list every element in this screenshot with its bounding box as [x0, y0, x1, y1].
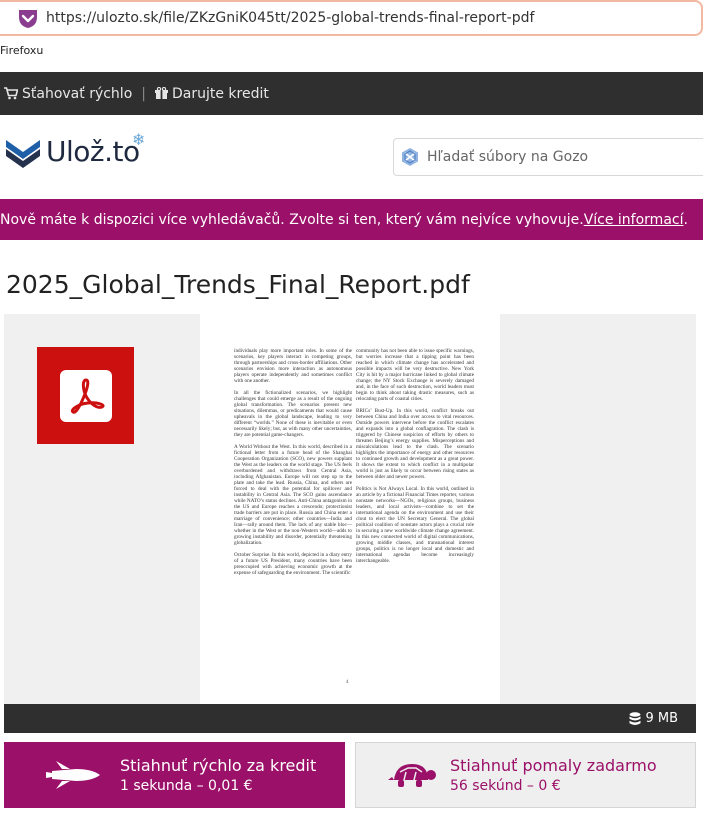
logo-mark-icon [6, 140, 40, 168]
donate-credit-label: Darujte kredit [171, 85, 269, 102]
gift-icon [154, 87, 168, 99]
fast-download-label: Sťahovať rýchlo [22, 85, 133, 102]
top-nav-bar: Sťahovať rýchlo | Darujte kredit [0, 72, 703, 115]
page-left-column: individuals play more important roles. I… [234, 348, 352, 582]
acrobat-swirl-icon [70, 378, 104, 414]
slow-download-button[interactable]: Stiahnuť pomaly zadarmo 56 sekúnd – 0 € [355, 742, 696, 808]
page-paragraph: Politics is Not Always Local. In this wo… [356, 486, 474, 564]
fast-download-subtitle: 1 sekunda – 0,01 € [120, 778, 253, 794]
slow-download-subtitle: 56 sekúnd – 0 € [450, 778, 561, 794]
notice-end: . [683, 211, 688, 228]
page-paragraph: A World Without the West. In this world,… [234, 444, 352, 546]
page-paragraph: BRICs’ Bust-Up. In this world, conflict … [356, 408, 474, 480]
fast-download-link[interactable]: Sťahovať rýchlo [4, 86, 132, 102]
url-text[interactable]: https://ulozto.sk/file/ZKzGniK045tt/2025… [46, 10, 534, 26]
gozo-search-icon [402, 148, 418, 166]
database-icon [629, 711, 641, 725]
slow-download-title: Stiahnuť pomaly zadarmo [450, 756, 657, 775]
snowflake-icon: ❄ [132, 130, 146, 149]
address-bar[interactable]: https://ulozto.sk/file/ZKzGniK045tt/2025… [0, 0, 703, 36]
search-box[interactable] [393, 138, 703, 176]
file-title: 2025_Global_Trends_Final_Report.pdf [6, 270, 470, 299]
donate-credit-link[interactable]: Darujte kredit [154, 85, 269, 102]
notice-text: Nově máte k dispozici více vyhledávačů. … [0, 211, 584, 228]
page-paragraph: community has not been able to issue spe… [356, 348, 474, 402]
notice-more-info-link[interactable]: Více informací [584, 212, 684, 228]
cart-icon [4, 87, 18, 100]
search-input[interactable] [427, 149, 687, 165]
acrobat-pdf-icon [37, 347, 134, 444]
site-logo[interactable]: Ulož.to ❄ [4, 130, 145, 168]
pdf-page-thumbnail: individuals play more important roles. I… [200, 314, 500, 704]
page-paragraph: individuals play more important roles. I… [234, 348, 352, 384]
file-size-bar: 9 MB [4, 704, 696, 733]
file-preview[interactable]: individuals play more important roles. I… [4, 314, 696, 704]
page-paragraph: October Surprise. In this world, depicte… [234, 552, 352, 576]
file-size: 9 MB [645, 711, 678, 726]
page-paragraph: In all the fictionalized scenarios, we h… [234, 390, 352, 438]
turtle-icon [388, 764, 436, 787]
separator: | [141, 85, 146, 102]
shuttle-icon [46, 761, 100, 789]
logo-text: Ulož.to [46, 134, 140, 168]
browser-note: Firefoxu [0, 44, 44, 57]
fast-download-title: Stiahnuť rýchlo za kredit [120, 756, 317, 775]
page-number: 4 [346, 680, 349, 685]
pocket-shield-icon [19, 10, 37, 28]
page-right-column: community has not been able to issue spe… [356, 348, 474, 570]
fast-download-button[interactable]: Stiahnuť rýchlo za kredit 1 sekunda – 0,… [4, 742, 345, 808]
notice-banner: Nově máte k dispozici více vyhledávačů. … [0, 199, 703, 240]
